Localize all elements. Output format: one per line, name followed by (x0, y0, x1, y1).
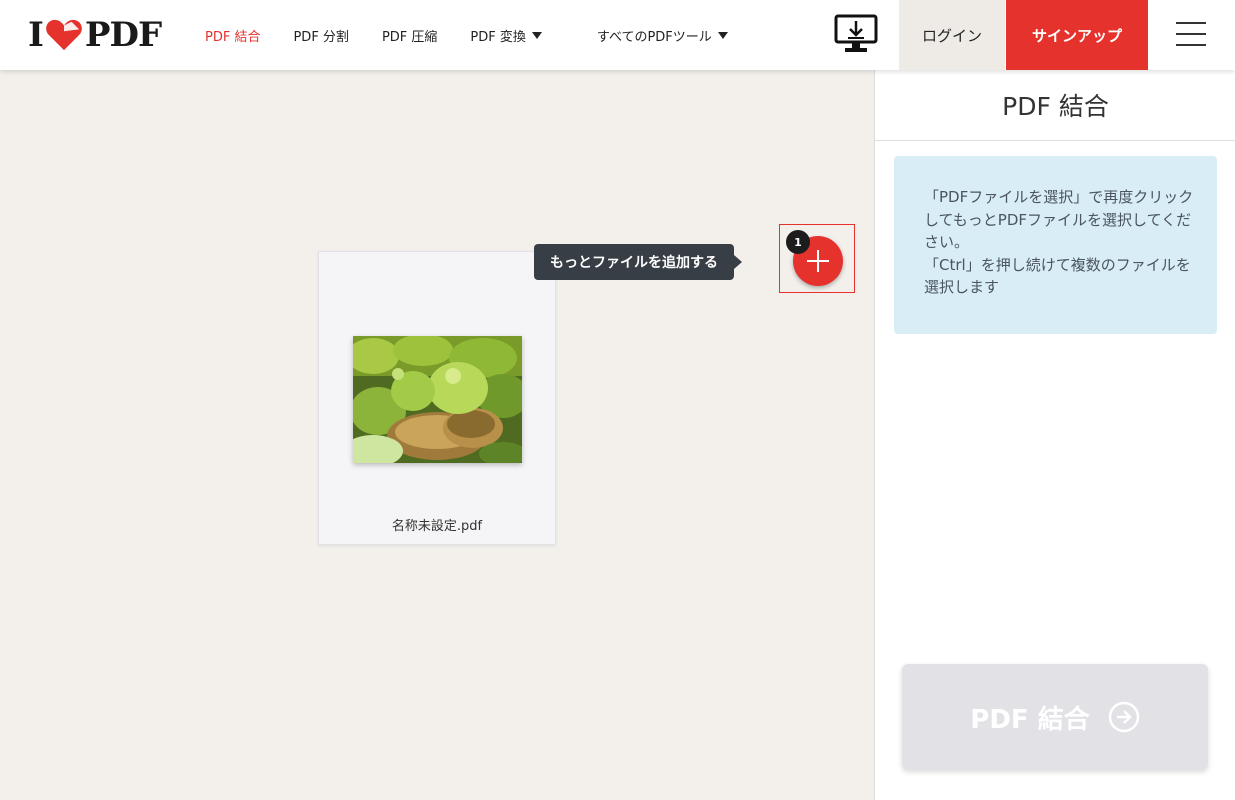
nav-convert-pdf[interactable]: PDF 変換 (470, 26, 542, 45)
logo-text-pdf: PDF (84, 15, 162, 55)
info-message-box: 「PDFファイルを選択」で再度クリックしてもっとPDFファイルを選択してください… (894, 156, 1217, 334)
nav-merge-pdf[interactable]: PDF 結合 (205, 26, 260, 45)
options-sidebar: PDF 結合 「PDFファイルを選択」で再度クリックしてもっとPDFファイルを選… (874, 70, 1235, 800)
caret-down-icon (531, 31, 542, 39)
top-header: I PDF PDF 結合 PDF 分割 PDF 圧縮 PDF 変換 すべてのPD… (0, 0, 1235, 70)
pdf-file-card[interactable]: 名称未設定.pdf (318, 251, 556, 545)
nav-all-pdf-tools[interactable]: すべてのPDFツール (597, 26, 728, 45)
info-line: 「PDFファイルを選択」で再度クリックしてもっとPDFファイルを選択してください… (924, 188, 1194, 251)
login-button[interactable]: ログイン (899, 0, 1005, 70)
logo-letter-i: I (28, 15, 44, 55)
info-line: 「Ctrl」を押し続けて複数のファイルを選択します (924, 255, 1191, 297)
caret-down-icon (717, 31, 728, 39)
file-name-label: 名称未設定.pdf (391, 519, 483, 534)
main-nav: PDF 結合 PDF 分割 PDF 圧縮 PDF 変換 すべてのPDFツール (205, 0, 761, 70)
ilovepdf-logo[interactable]: I PDF (28, 15, 162, 55)
plant-photo-image (353, 336, 522, 463)
file-thumbnail (353, 336, 522, 463)
nav-split-pdf[interactable]: PDF 分割 (293, 26, 348, 45)
arrow-right-circle-icon (1108, 701, 1139, 733)
desktop-download-icon[interactable] (834, 14, 878, 54)
merge-pdf-button-label: PDF 結合 (970, 704, 1090, 735)
heart-icon (46, 19, 82, 51)
signup-button[interactable]: サインアップ (1006, 0, 1148, 70)
hamburger-menu-icon[interactable] (1176, 22, 1206, 48)
file-workspace: 名称未設定.pdf もっとファイルを追加する 1 (0, 70, 874, 800)
nav-compress-pdf[interactable]: PDF 圧縮 (382, 26, 437, 45)
file-count-badge: 1 (786, 230, 810, 254)
add-more-files-tooltip: もっとファイルを追加する (534, 244, 742, 280)
merge-pdf-button[interactable]: PDF 結合 (902, 664, 1208, 770)
sidebar-title: PDF 結合 (875, 70, 1235, 141)
